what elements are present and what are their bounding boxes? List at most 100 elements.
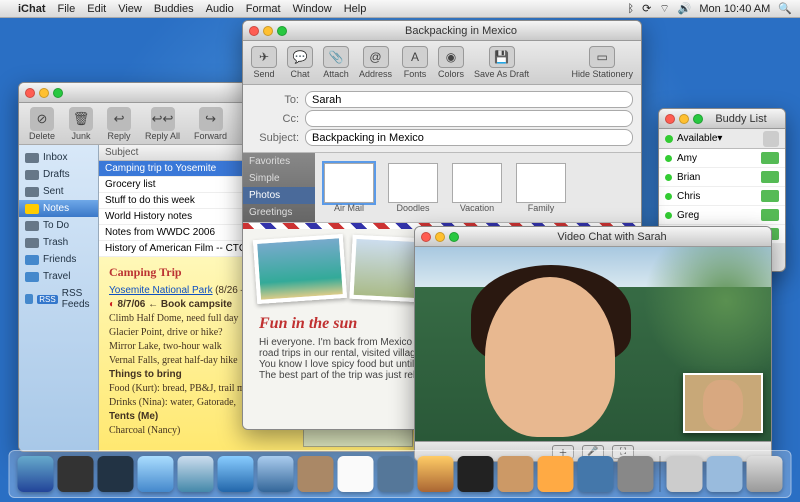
menu-view[interactable]: View	[118, 3, 142, 15]
dock-ical-icon[interactable]	[338, 456, 374, 492]
volume-icon[interactable]: 🔊	[678, 2, 692, 15]
sidebar-friends[interactable]: Friends	[19, 251, 98, 268]
close-button[interactable]	[249, 26, 259, 36]
dock-iphoto-icon[interactable]	[418, 456, 454, 492]
menu-edit[interactable]: Edit	[87, 3, 106, 15]
attach-button[interactable]: 📎Attach	[323, 46, 349, 79]
zoom-button[interactable]	[449, 232, 459, 242]
close-button[interactable]	[25, 88, 35, 98]
fonts-button[interactable]: AFonts	[402, 46, 428, 79]
address-button[interactable]: @Address	[359, 46, 392, 79]
minimize-button[interactable]	[263, 26, 273, 36]
dock-itunes-icon[interactable]	[258, 456, 294, 492]
reply-all-button[interactable]: ↩↩Reply All	[145, 107, 180, 141]
forward-button[interactable]: ↪Forward	[194, 107, 227, 141]
clock[interactable]: Mon 10:40 AM	[699, 3, 770, 15]
junk-button[interactable]: 🗑Junk	[69, 107, 93, 141]
dock-ichat-icon[interactable]	[218, 456, 254, 492]
cc-label: Cc:	[251, 113, 299, 125]
dock-finder-icon[interactable]	[18, 456, 54, 492]
bluetooth-icon[interactable]: ᛒ	[627, 3, 634, 15]
airport-icon[interactable]: ⌔	[659, 2, 669, 16]
video-icon[interactable]	[761, 209, 779, 221]
app-menu[interactable]: iChat	[18, 3, 46, 15]
buddy-row[interactable]: Brian	[659, 168, 785, 187]
attached-photo[interactable]	[253, 234, 347, 304]
cc-field[interactable]	[305, 110, 633, 127]
close-button[interactable]	[665, 114, 675, 124]
zoom-button[interactable]	[693, 114, 703, 124]
chat-button[interactable]: 💬Chat	[287, 46, 313, 79]
menu-window[interactable]: Window	[293, 3, 332, 15]
avatar[interactable]	[763, 131, 779, 147]
sidebar-todo[interactable]: To Do	[19, 217, 98, 234]
sidebar-sent[interactable]: Sent	[19, 183, 98, 200]
stat-cat-simple[interactable]: Simple	[243, 170, 315, 187]
sidebar-notes[interactable]: Notes	[19, 200, 98, 217]
stationery-thumb-vacation[interactable]: Vacation	[449, 163, 505, 213]
dock-keynote-icon[interactable]	[578, 456, 614, 492]
sidebar-rss[interactable]: RSSRSS Feeds	[19, 285, 98, 313]
dock-site-icon[interactable]	[667, 456, 703, 492]
delete-button[interactable]: ⊘Delete	[29, 107, 55, 141]
stationery-categories: Favorites Simple Photos Greetings Invita…	[243, 153, 315, 222]
stat-cat-photos[interactable]: Photos	[243, 187, 315, 204]
video-icon[interactable]	[761, 171, 779, 183]
stat-cat-favorites[interactable]: Favorites	[243, 153, 315, 170]
minimize-button[interactable]	[39, 88, 49, 98]
dock	[9, 450, 792, 498]
sidebar-travel[interactable]: Travel	[19, 268, 98, 285]
menu-format[interactable]: Format	[246, 3, 281, 15]
buddy-row[interactable]: Chris	[659, 187, 785, 206]
timemachine-icon[interactable]: ⟳	[642, 2, 651, 15]
hide-stationery-button[interactable]: ▭Hide Stationery	[571, 46, 633, 79]
dock-spaces-icon[interactable]	[98, 456, 134, 492]
menu-file[interactable]: File	[58, 3, 76, 15]
sidebar-trash[interactable]: Trash	[19, 234, 98, 251]
compose-titlebar[interactable]: Backpacking in Mexico	[243, 21, 641, 41]
dock-dashboard-icon[interactable]	[58, 456, 94, 492]
note-link[interactable]: Yosemite National Park	[109, 285, 213, 296]
status-dot-icon	[665, 135, 673, 143]
video-icon[interactable]	[761, 152, 779, 164]
menu-buddies[interactable]: Buddies	[154, 3, 194, 15]
menu-audio[interactable]: Audio	[206, 3, 234, 15]
my-status[interactable]: Available ▾	[659, 129, 785, 149]
dock-trash-icon[interactable]	[747, 456, 783, 492]
self-preview[interactable]	[683, 373, 763, 433]
save-draft-button[interactable]: 💾Save As Draft	[474, 46, 529, 79]
dock-safari-icon[interactable]	[178, 456, 214, 492]
dock-addressbook-icon[interactable]	[298, 456, 334, 492]
subject-field[interactable]	[305, 129, 633, 146]
dock-imovie-icon[interactable]	[458, 456, 494, 492]
send-button[interactable]: ✈Send	[251, 46, 277, 79]
reply-button[interactable]: ↩Reply	[107, 107, 131, 141]
close-button[interactable]	[421, 232, 431, 242]
video-feed	[415, 247, 771, 441]
compose-headers: To: Cc: Subject:	[243, 85, 641, 153]
dock-sysprefs-icon[interactable]	[618, 456, 654, 492]
colors-button[interactable]: ◉Colors	[438, 46, 464, 79]
stat-cat-greetings[interactable]: Greetings	[243, 204, 315, 221]
stationery-thumb-doodles[interactable]: Doodles	[385, 163, 441, 213]
dock-pages-icon[interactable]	[538, 456, 574, 492]
minimize-button[interactable]	[435, 232, 445, 242]
minimize-button[interactable]	[679, 114, 689, 124]
sidebar-inbox[interactable]: Inbox	[19, 149, 98, 166]
sidebar-drafts[interactable]: Drafts	[19, 166, 98, 183]
dock-preview-icon[interactable]	[378, 456, 414, 492]
stationery-thumb-family[interactable]: Family	[513, 163, 569, 213]
video-icon[interactable]	[761, 190, 779, 202]
menu-help[interactable]: Help	[344, 3, 367, 15]
dock-garageband-icon[interactable]	[498, 456, 534, 492]
dock-downloads-icon[interactable]	[707, 456, 743, 492]
to-field[interactable]	[305, 91, 633, 108]
zoom-button[interactable]	[277, 26, 287, 36]
spotlight-icon[interactable]: 🔍	[778, 2, 792, 15]
buddy-row[interactable]: Amy	[659, 149, 785, 168]
buddy-row[interactable]: Greg	[659, 206, 785, 225]
stationery-thumb-airmail[interactable]: Air Mail	[321, 163, 377, 213]
to-label: To:	[251, 94, 299, 106]
dock-mail-icon[interactable]	[138, 456, 174, 492]
zoom-button[interactable]	[53, 88, 63, 98]
